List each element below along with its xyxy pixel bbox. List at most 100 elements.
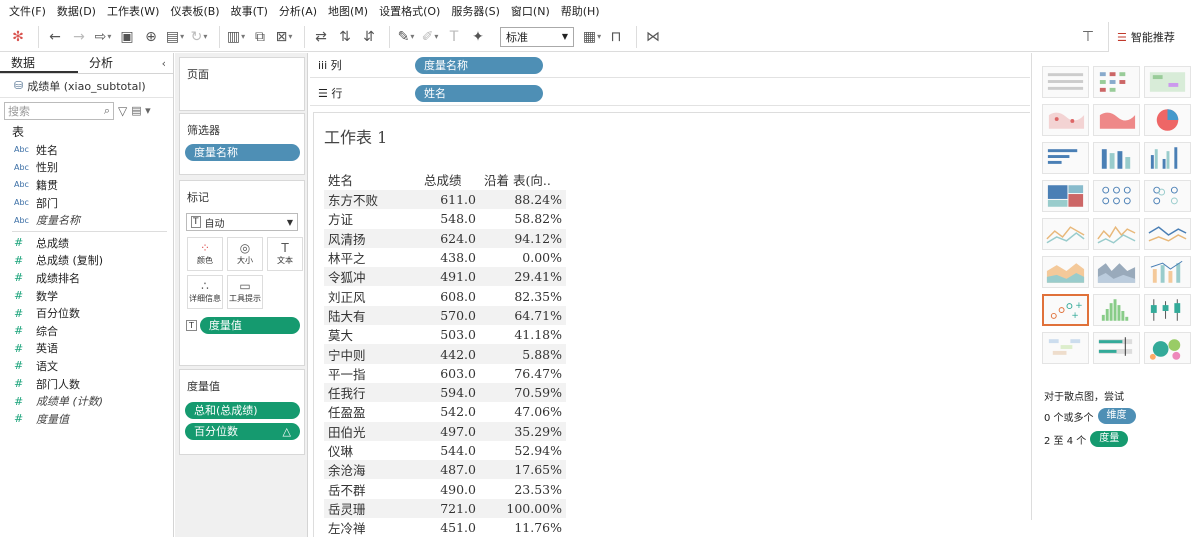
dimension-field[interactable]: Abc 姓名 [0, 141, 173, 159]
share-icon[interactable]: ⋈ [643, 25, 663, 49]
undo-icon[interactable]: ← [45, 25, 65, 49]
header-percentile[interactable]: 沿着 表(向.. [480, 169, 566, 190]
bullet-graph-chart-icon[interactable] [1093, 332, 1140, 364]
text-button[interactable]: T 文本 [267, 237, 303, 271]
pin-axes-icon[interactable]: ✦ [468, 25, 488, 49]
dual-lines-chart-icon[interactable] [1144, 218, 1191, 250]
measure-field[interactable]: # 百分位数 [0, 304, 173, 322]
dimension-field[interactable]: Abc 部门 [0, 194, 173, 212]
measure-field[interactable]: # 英语 [0, 340, 173, 358]
menu-item[interactable]: 数据(D) [52, 3, 102, 19]
stacked-bars-chart-icon[interactable] [1093, 142, 1140, 174]
scatter-plot-chart-icon[interactable]: + + [1042, 294, 1089, 326]
menu-item[interactable]: 窗口(N) [506, 3, 556, 19]
pages-card[interactable]: 页面 [179, 57, 305, 111]
menu-item[interactable]: 设置格式(O) [374, 3, 446, 19]
pie-chart-icon[interactable] [1144, 104, 1191, 136]
format-painter-icon[interactable]: ⊤ [1078, 25, 1098, 49]
presentation-mode-icon[interactable]: ⊓ [606, 25, 626, 49]
table-row[interactable]: 令狐冲 491.0 29.41% [324, 267, 566, 287]
tableau-logo-icon[interactable]: ✻ [8, 25, 28, 49]
side-by-side-circles-chart-icon[interactable] [1144, 180, 1191, 212]
dual-combination-chart-icon[interactable] [1144, 256, 1191, 288]
menu-item[interactable]: 地图(M) [323, 3, 374, 19]
header-name[interactable]: 姓名 [324, 169, 420, 190]
table-row[interactable]: 余沧海 487.0 17.65% [324, 460, 566, 480]
table-row[interactable]: 田伯光 497.0 35.29% [324, 421, 566, 441]
worksheet-canvas[interactable]: 工作表 1 姓名 总成绩 沿着 表(向.. 东方不败 611.0 88.24% 方证 5… [313, 112, 1030, 537]
tab-analysis[interactable]: 分析 [78, 53, 156, 73]
show-cards-icon[interactable]: ▦ ▾ [582, 25, 602, 49]
save-icon[interactable]: ▣ [117, 25, 137, 49]
area-continuous-chart-icon[interactable] [1042, 256, 1089, 288]
search-input[interactable]: 搜索 ⌕ [4, 101, 114, 120]
collapse-pane-icon[interactable]: ‹ [162, 53, 173, 73]
filters-card[interactable]: 筛选器 度量名称 [179, 113, 305, 175]
discrete-lines-chart-icon[interactable] [1093, 218, 1140, 250]
menu-item[interactable]: 故事(T) [226, 3, 274, 19]
horizontal-bars-chart-icon[interactable] [1042, 142, 1089, 174]
measure-field[interactable]: # 成绩排名 [0, 269, 173, 287]
sort-descending-icon[interactable]: ⇵ [359, 25, 379, 49]
pause-updates-icon[interactable]: ▤ ▾ [165, 25, 185, 49]
measure-field[interactable]: # 总成绩 (复制) [0, 252, 173, 270]
table-row[interactable]: 平一指 603.0 76.47% [324, 364, 566, 383]
filter-icon[interactable]: ▽ [118, 104, 127, 118]
refresh-icon[interactable]: ↻ ▾ [189, 25, 209, 49]
table-row[interactable]: 刘正风 608.0 82.35% [324, 286, 566, 305]
new-datasource-icon[interactable]: ⊕ [141, 25, 161, 49]
rows-shelf[interactable]: ☰ 行 姓名 [310, 81, 1030, 106]
table-row[interactable]: 风清扬 624.0 94.12% [324, 228, 566, 248]
table-row[interactable]: 东方不败 611.0 88.24% [324, 190, 566, 210]
menu-item[interactable]: 文件(F) [4, 3, 52, 19]
highlight-table-chart-icon[interactable] [1144, 66, 1191, 98]
view-list-icon[interactable]: ▤ ▾ [131, 104, 150, 117]
swap-rows-columns-icon[interactable]: ⇄ [311, 25, 331, 49]
table-row[interactable]: 任我行 594.0 70.59% [324, 382, 566, 403]
tooltip-button[interactable]: ▭ 工具提示 [227, 275, 263, 309]
dimension-field[interactable]: Abc 度量名称 [0, 211, 173, 229]
color-button[interactable]: ⁘ 颜色 [187, 237, 223, 271]
table-row[interactable]: 岳不群 490.0 23.53% [324, 479, 566, 498]
table-row[interactable]: 方证 548.0 58.82% [324, 209, 566, 228]
duplicate-sheet-icon[interactable]: ⧉ [250, 25, 270, 49]
size-button[interactable]: ◎ 大小 [227, 237, 263, 271]
redo-icon[interactable]: → [69, 25, 89, 49]
highlight-icon[interactable]: ✎ ▾ [396, 25, 416, 49]
treemap-chart-icon[interactable] [1042, 180, 1089, 212]
menu-item[interactable]: 服务器(S) [446, 3, 506, 19]
group-icon[interactable]: ✐ ▾ [420, 25, 440, 49]
area-discrete-chart-icon[interactable] [1093, 256, 1140, 288]
heat-map-chart-icon[interactable] [1093, 66, 1140, 98]
symbol-map-chart-icon[interactable] [1042, 104, 1089, 136]
continuous-lines-chart-icon[interactable] [1042, 218, 1089, 250]
view-size-select[interactable]: 标准 ▼ [500, 26, 574, 47]
columns-shelf[interactable]: iii 列 度量名称 [310, 53, 1030, 78]
circle-views-chart-icon[interactable] [1093, 180, 1140, 212]
side-by-side-bars-chart-icon[interactable] [1144, 142, 1191, 174]
menu-item[interactable]: 分析(A) [274, 3, 323, 19]
packed-bubbles-chart-icon[interactable] [1144, 332, 1191, 364]
histogram-chart-icon[interactable] [1093, 294, 1140, 326]
box-whisker-chart-icon[interactable] [1144, 294, 1191, 326]
measure-field[interactable]: # 成绩单 (计数) [0, 392, 173, 410]
table-row[interactable]: 宁中则 442.0 5.88% [324, 344, 566, 364]
measure-field[interactable]: # 语文 [0, 357, 173, 375]
filter-pill-measure-names[interactable]: 度量名称 [185, 144, 300, 161]
table-row[interactable]: 任盈盈 542.0 47.06% [324, 402, 566, 421]
measure-field[interactable]: # 度量值 [0, 410, 173, 428]
marks-pill-measure-values[interactable]: 度量值 [199, 317, 300, 334]
table-row[interactable]: 仪琳 544.0 52.94% [324, 441, 566, 460]
mv-pill-sum-total[interactable]: 总和(总成绩) [185, 402, 300, 419]
table-row[interactable]: 陆大有 570.0 64.71% [324, 305, 566, 326]
sort-ascending-icon[interactable]: ⇅ [335, 25, 355, 49]
rows-pill-name[interactable]: 姓名 [415, 84, 543, 102]
datasource-item[interactable]: ⛁ 成绩单 (xiao_subtotal) [0, 74, 173, 98]
table-row[interactable]: 左冷禅 451.0 11.76% [324, 518, 566, 537]
menu-item[interactable]: 工作表(W) [102, 3, 165, 19]
measure-field[interactable]: # 数学 [0, 287, 173, 305]
filled-map-chart-icon[interactable] [1093, 104, 1140, 136]
new-worksheet-icon[interactable]: ▥ ▾ [226, 25, 246, 49]
smart-recommend-tab[interactable]: ☰ 智能推荐 [1108, 22, 1200, 52]
columns-pill-measure-names[interactable]: 度量名称 [415, 56, 543, 74]
